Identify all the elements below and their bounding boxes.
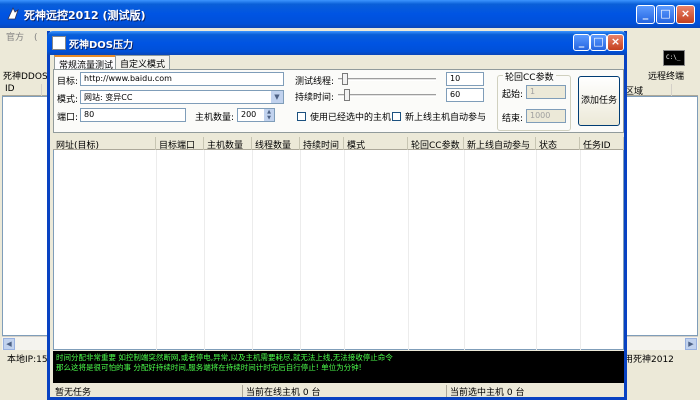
thread-label: 测试线程:: [295, 77, 335, 87]
dos-close-button[interactable]: ×: [607, 34, 624, 51]
start-label: 起始:: [502, 90, 524, 100]
main-titlebar[interactable]: 死神远控2012 (测试版) _ □ ×: [0, 0, 700, 28]
remote-terminal-button[interactable]: C:\_ 远程终端: [648, 50, 700, 82]
scroll-right-icon[interactable]: ▶: [685, 338, 697, 350]
main-window-title: 死神远控2012 (测试版): [24, 9, 146, 22]
port-input[interactable]: 80: [80, 108, 186, 122]
column-header-task-id[interactable]: 任务ID: [580, 137, 624, 150]
chevron-down-icon[interactable]: ▼: [271, 91, 283, 103]
column-header-auto-join[interactable]: 新上线自动参与: [464, 137, 536, 150]
column-divider: [580, 150, 581, 350]
column-divider: [408, 150, 409, 350]
column-header-rotation-cc[interactable]: 轮回CC参数: [408, 137, 464, 150]
dos-dialog: 死神DOS压力 _ □ × 常规流量测试 自定义模式 目标: http://ww…: [47, 31, 627, 400]
column-header-url[interactable]: 网址(目标): [53, 137, 156, 150]
column-header-region[interactable]: 区域: [622, 84, 672, 97]
host-count-label: 主机数量:: [195, 113, 235, 123]
log-console: 时间分配非常重要 如控制端突然断网,或者停电,异常,以及主机需要耗尽,就无法上线…: [53, 351, 624, 383]
duration-label: 持续时间:: [295, 93, 335, 103]
task-table-header: 网址(目标) 目标端口 主机数量 线程数量 持续时间 模式 轮回CC参数 新上线…: [53, 137, 624, 150]
target-label: 目标:: [57, 77, 79, 87]
thread-value-input[interactable]: 10: [446, 72, 484, 86]
thread-slider-track: [338, 78, 436, 81]
local-ip-text: 本地IP:15: [7, 355, 48, 365]
task-table[interactable]: [53, 150, 624, 350]
auto-join-label[interactable]: 新上线主机自动参与: [405, 110, 486, 123]
column-header-id[interactable]: ID: [2, 84, 42, 96]
mode-select[interactable]: 网站: 变异CC ▼: [80, 90, 284, 104]
app-icon: [7, 7, 19, 20]
column-header-host-count[interactable]: 主机数量: [204, 137, 252, 150]
dos-titlebar[interactable]: 死神DOS压力 _ □ ×: [47, 31, 627, 55]
menu-item-paren[interactable]: (: [34, 33, 38, 43]
dos-status-bar: 暂无任务 当前在线主机 0 台 当前选中主机 0 台: [50, 384, 624, 398]
menu-item-official[interactable]: 官方: [6, 33, 24, 43]
target-input[interactable]: http://www.baidu.com: [80, 72, 284, 86]
settings-panel: 目标: http://www.baidu.com 模式: 网站: 变异CC ▼ …: [53, 69, 624, 133]
spin-down-icon[interactable]: ▼: [264, 115, 274, 121]
column-header-thread-count[interactable]: 线程数量: [252, 137, 300, 150]
use-selected-checkbox[interactable]: [297, 112, 306, 121]
column-divider: [536, 150, 537, 350]
column-header-mode[interactable]: 模式: [344, 137, 408, 150]
dos-maximize-button[interactable]: □: [590, 34, 607, 51]
mode-label: 模式:: [57, 95, 79, 105]
auto-join-checkbox[interactable]: [392, 112, 401, 121]
host-count-value: 200: [241, 110, 257, 119]
column-divider: [204, 150, 205, 350]
log-line: 那么这将是很可怕的事 分配好持续时间,服务端将在持续时间计时完后自行停止! 单位…: [56, 363, 362, 372]
tab-normal-traffic[interactable]: 常规流量测试: [54, 55, 119, 71]
rotation-cc-group: 轮回CC参数 起始: 1 结束: 1000: [497, 70, 571, 131]
mode-value: 网站: 变异CC: [84, 93, 133, 102]
column-divider: [156, 150, 157, 350]
thread-slider[interactable]: [338, 72, 438, 86]
status-right-text: 用死神2012: [624, 355, 674, 365]
remote-terminal-label: 远程终端: [648, 72, 685, 82]
thread-slider-thumb[interactable]: [342, 73, 348, 85]
rotation-cc-group-title: 轮回CC参数: [503, 70, 556, 83]
column-header-target-port[interactable]: 目标端口: [156, 137, 204, 150]
add-task-button[interactable]: 添加任务: [578, 76, 620, 126]
column-divider: [464, 150, 465, 350]
port-label: 端口:: [57, 113, 79, 123]
task-status-text: 暂无任务: [55, 388, 92, 398]
tab-custom-mode[interactable]: 自定义模式: [115, 55, 171, 70]
dos-app-icon: [52, 36, 66, 50]
minimize-button[interactable]: _: [636, 5, 655, 24]
column-divider: [344, 150, 345, 350]
dos-minimize-button[interactable]: _: [573, 34, 590, 51]
start-input[interactable]: 1: [526, 85, 566, 99]
column-divider: [252, 150, 253, 350]
end-input[interactable]: 1000: [526, 109, 566, 123]
use-selected-label[interactable]: 使用已经选中的主机: [310, 110, 391, 123]
online-hosts-text: 当前在线主机 0 台: [242, 385, 320, 398]
log-line: 时间分配非常重要 如控制端突然断网,或者停电,异常,以及主机需要耗尽,就无法上线…: [56, 353, 393, 362]
close-button[interactable]: ×: [676, 5, 695, 24]
terminal-icon: C:\_: [663, 50, 685, 66]
maximize-button[interactable]: □: [656, 5, 675, 24]
column-header-status[interactable]: 状态: [536, 137, 580, 150]
dos-title: 死神DOS压力: [69, 40, 134, 51]
end-label: 结束:: [502, 114, 524, 124]
scroll-left-icon[interactable]: ◀: [3, 338, 15, 350]
duration-slider[interactable]: [338, 88, 438, 102]
column-divider: [300, 150, 301, 350]
host-count-input[interactable]: 200 ▲ ▼: [237, 108, 275, 122]
duration-slider-track: [338, 94, 436, 97]
selected-hosts-text: 当前选中主机 0 台: [446, 385, 524, 398]
column-header-duration[interactable]: 持续时间: [300, 137, 344, 150]
duration-slider-thumb[interactable]: [344, 89, 350, 101]
ddos-toolbar-label[interactable]: 死神DDOS: [3, 69, 48, 82]
duration-value-input[interactable]: 60: [446, 88, 484, 102]
